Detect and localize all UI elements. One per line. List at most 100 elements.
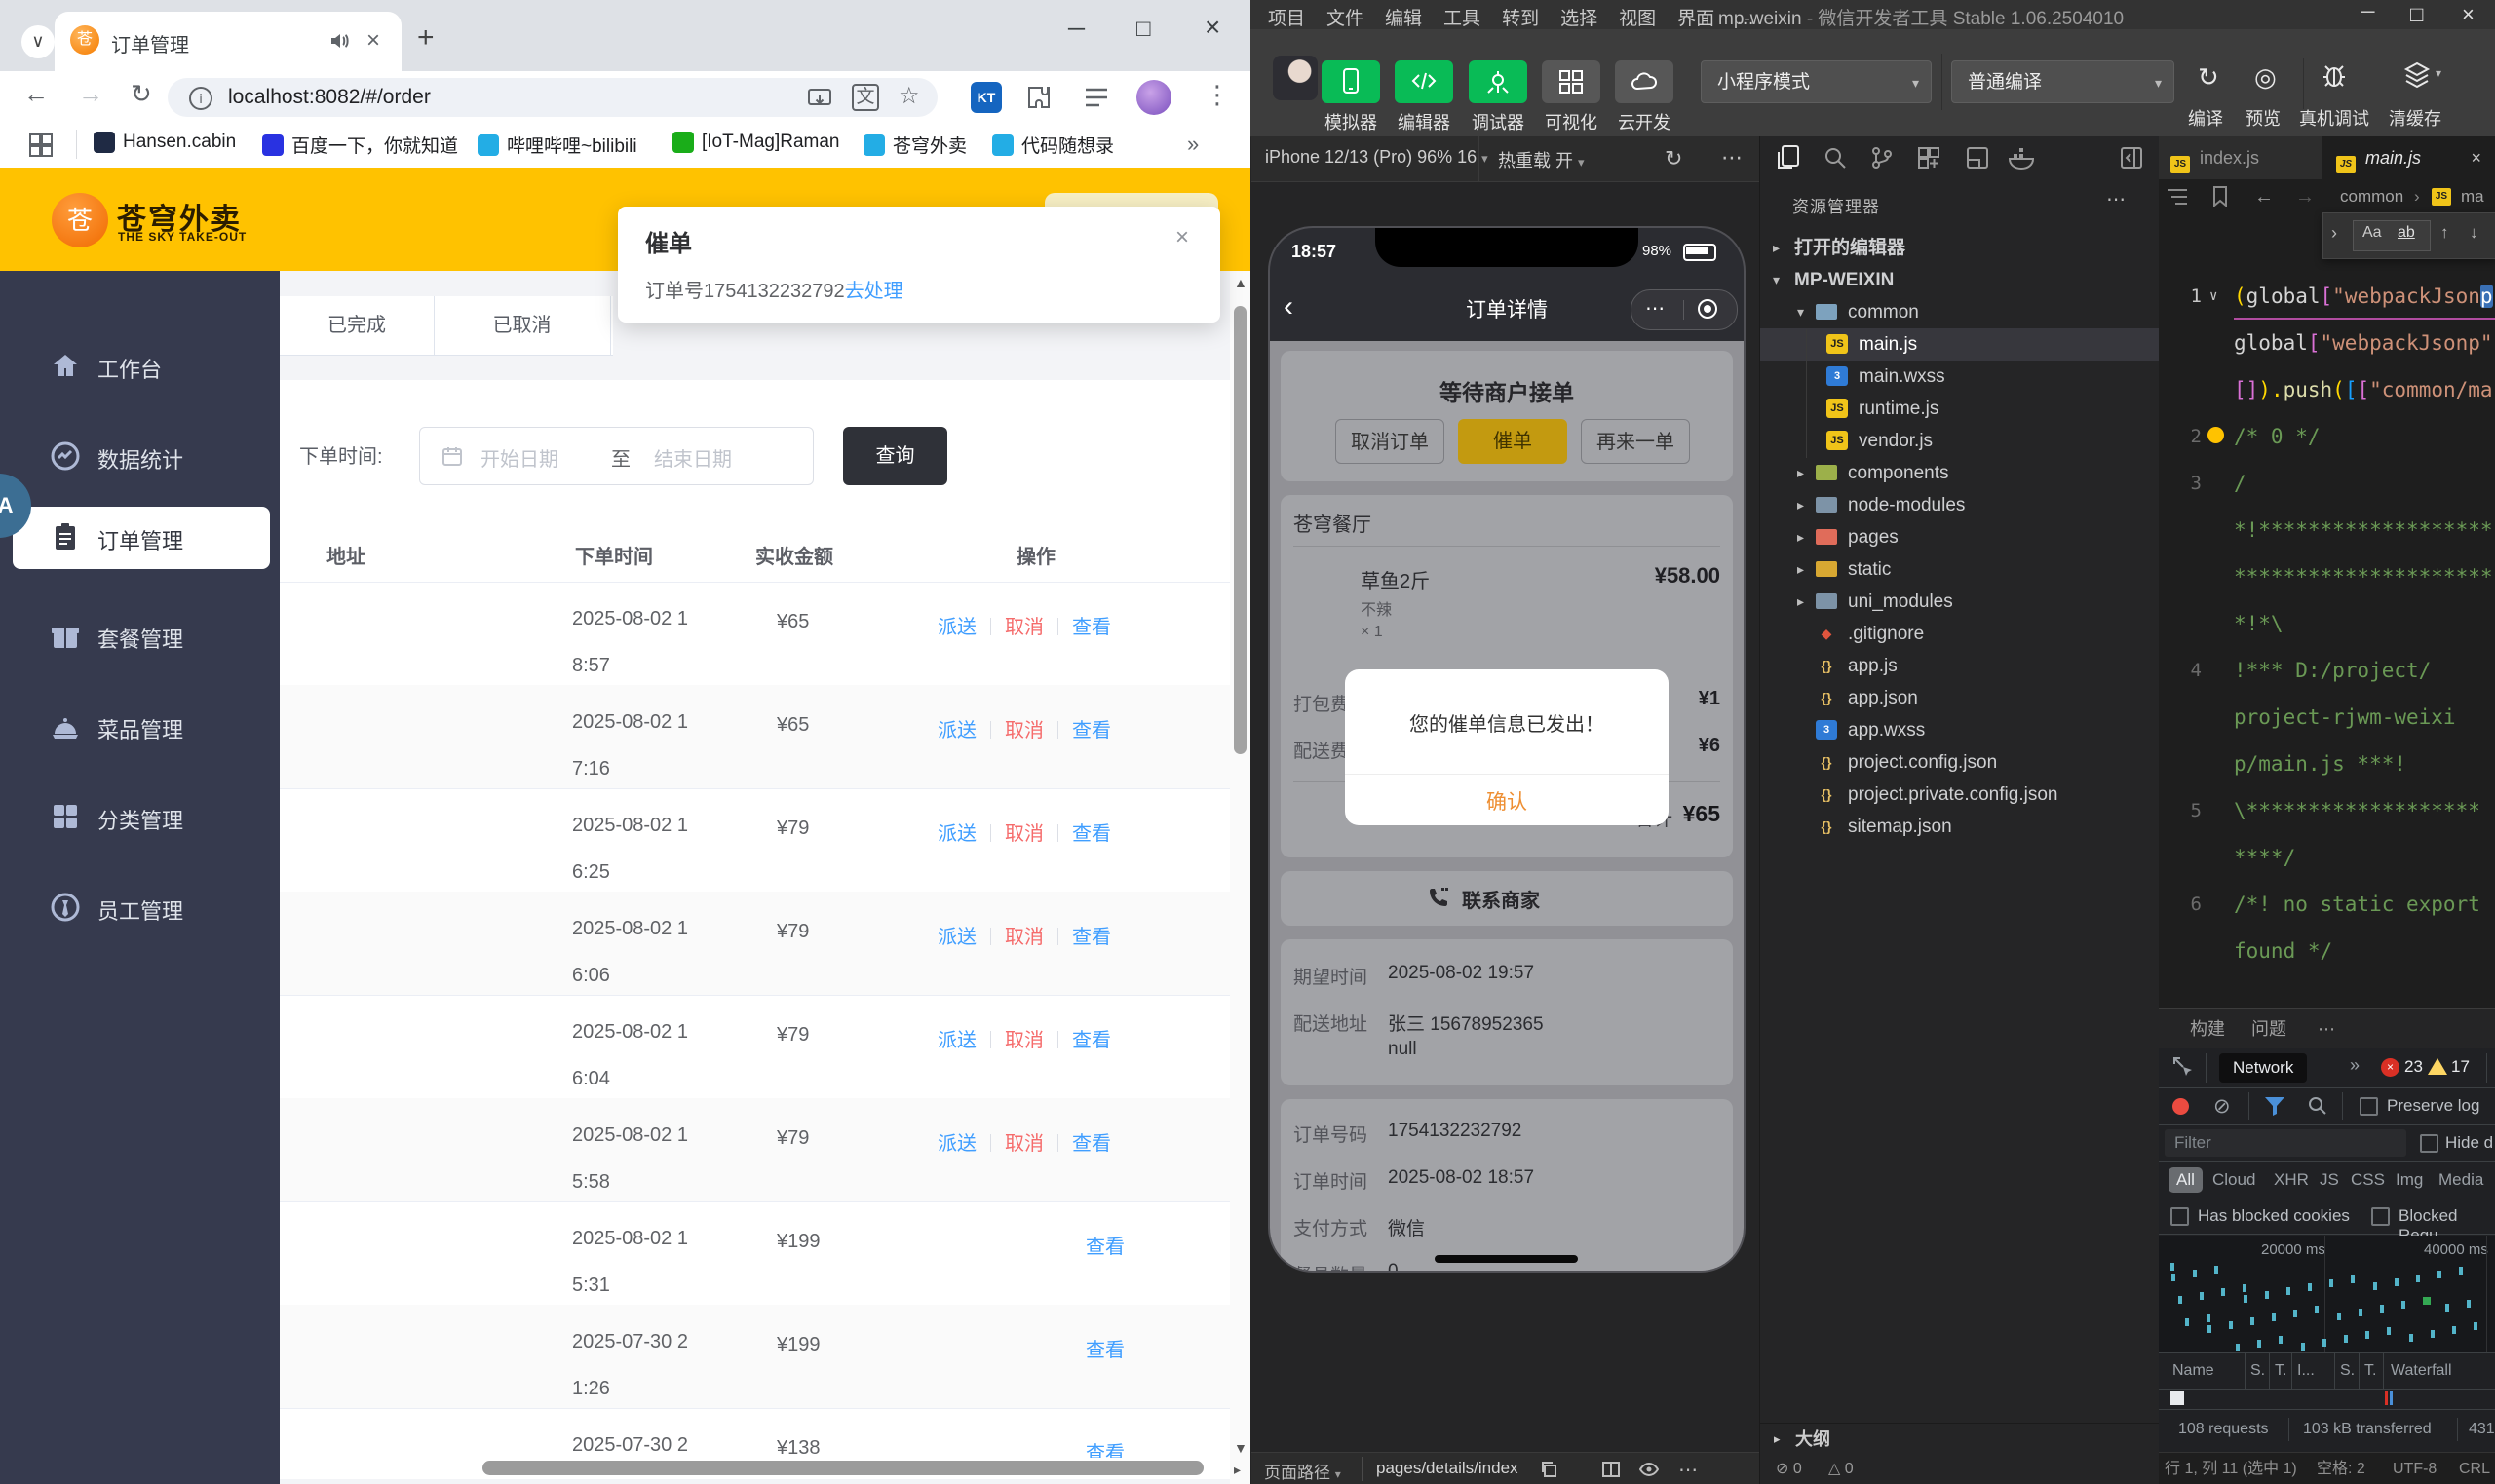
browser-tab[interactable]: 苍 订单管理 × <box>55 12 402 71</box>
tree-item-static[interactable]: ▸static <box>1760 553 2160 586</box>
sidebar-item-工作台[interactable]: 工作台 <box>0 335 280 398</box>
net-col-T.[interactable]: T. <box>2275 1352 2286 1389</box>
urge-order-button[interactable]: 催单 <box>1458 419 1567 464</box>
site-info-icon[interactable]: i <box>189 87 212 110</box>
toolbar-编辑器[interactable]: 编辑器 <box>1395 60 1453 134</box>
tab-close-icon[interactable]: × <box>366 27 380 55</box>
deliver-link[interactable]: 派送 <box>938 1030 977 1051</box>
collapse-sidebar-icon[interactable] <box>2119 144 2144 171</box>
find-expand-icon[interactable]: › <box>2331 223 2337 244</box>
net-col-T.[interactable]: T. <box>2364 1352 2376 1389</box>
sidebar-item-员工管理[interactable]: 员工管理 <box>0 877 280 939</box>
toolbar-可视化[interactable]: 可视化 <box>1542 60 1600 134</box>
tree-item-app.json[interactable]: {}app.json <box>1760 682 2160 714</box>
compile-mode-dropdown[interactable]: 普通编译▾ <box>1951 60 2174 103</box>
tree-item-MP-WEIXIN[interactable]: ▾MP-WEIXIN <box>1760 264 2160 296</box>
cancel-link[interactable]: 取消 <box>1005 1030 1044 1051</box>
cursor-position[interactable]: 行 1, 列 11 (选中 1) <box>2165 1453 2297 1484</box>
layout-icon[interactable] <box>1965 144 1990 171</box>
browser-profile-avatar[interactable] <box>1136 80 1171 115</box>
menu-项目[interactable]: 项目 <box>1268 9 1305 29</box>
cancel-order-button[interactable]: 取消订单 <box>1335 419 1444 464</box>
net-col-Waterfall[interactable]: Waterfall <box>2391 1352 2452 1389</box>
tab-completed[interactable]: 已完成 <box>280 296 435 355</box>
vertical-scrollbar[interactable]: ▲ ▼ <box>1230 271 1250 1484</box>
cancel-link[interactable]: 取消 <box>1005 823 1044 845</box>
network-tab[interactable]: Network <box>2219 1053 2307 1083</box>
filter-chip-XHR[interactable]: XHR <box>2274 1167 2309 1193</box>
network-filter-input[interactable]: Filter <box>2165 1129 2406 1157</box>
search-button[interactable]: 查询 <box>843 427 947 485</box>
view-link[interactable]: 查看 <box>1072 617 1111 638</box>
modal-confirm-button[interactable]: 确认 <box>1345 786 1669 816</box>
net-search-icon[interactable] <box>2307 1095 2327 1116</box>
apps-grid-icon[interactable] <box>29 133 51 155</box>
find-prev-icon[interactable]: ↑ <box>2440 223 2449 243</box>
preview-icon[interactable]: ◎ <box>2254 62 2277 93</box>
device-debug-icon[interactable] <box>2321 62 2348 88</box>
breadcrumb-folder[interactable]: common <box>2340 179 2403 214</box>
clear-cache-icon[interactable] <box>2402 60 2432 90</box>
lightbulb-icon[interactable] <box>2207 427 2224 443</box>
filter-chip-CSS[interactable]: CSS <box>2351 1167 2385 1193</box>
start-date-placeholder[interactable]: 开始日期 <box>480 443 558 472</box>
tree-item-app.wxss[interactable]: 3app.wxss <box>1760 714 2160 746</box>
nav-back-icon[interactable]: ← <box>2254 179 2274 214</box>
tree-item-project.private.config.json[interactable]: {}project.private.config.json <box>1760 779 2160 811</box>
blocked-cookies-checkbox[interactable] <box>2170 1207 2189 1229</box>
menu-选择[interactable]: 选择 <box>1560 9 1597 29</box>
translate-icon[interactable]: 文 <box>852 84 879 111</box>
eye-icon[interactable] <box>1639 1461 1659 1478</box>
puzzle-extensions-icon[interactable] <box>1025 84 1053 111</box>
sidebar-item-数据统计[interactable]: 数据统计 <box>0 426 280 488</box>
window-maximize-button[interactable]: □ <box>1136 16 1151 43</box>
toolbar-调试器[interactable]: 调试器 <box>1469 60 1527 134</box>
phone-simulator[interactable]: 18:57 98% ‹ 订单详情 ⋯ 等待商户接单 取消订单 <box>1268 226 1746 1273</box>
hide-data-checkbox[interactable] <box>2420 1134 2438 1156</box>
filter-chip-Cloud[interactable]: Cloud <box>2212 1167 2255 1193</box>
scroll-right-icon[interactable]: ▸ <box>1234 1462 1241 1478</box>
devtools-minimize-button[interactable]: ─ <box>2361 2 2374 23</box>
docker-icon[interactable] <box>2008 144 2037 171</box>
sidebar-item-菜品管理[interactable]: 菜品管理 <box>0 696 280 758</box>
popup-handle-link[interactable]: 去处理 <box>845 281 903 302</box>
tree-item-common[interactable]: ▾common <box>1760 296 2160 328</box>
tree-item-打开的编辑器[interactable]: ▸打开的编辑器 <box>1760 232 2160 264</box>
scroll-down-icon[interactable]: ▼ <box>1234 1440 1248 1456</box>
bookmark-item[interactable]: [IoT-Mag]Raman <box>672 132 840 153</box>
cancel-link[interactable]: 取消 <box>1005 927 1044 948</box>
network-request-row[interactable] <box>2159 1389 2495 1407</box>
reading-list-icon[interactable] <box>1084 86 1109 109</box>
view-link[interactable]: 查看 <box>1072 1030 1111 1051</box>
tree-item-main.js[interactable]: JSmain.js <box>1760 328 2160 361</box>
code-content[interactable]: 1∨(global["webpackJsonpglobal["webpackJs… <box>2159 273 2495 1008</box>
deliver-link[interactable]: 派送 <box>938 1133 977 1155</box>
tree-item-node-modules[interactable]: ▸node-modules <box>1760 489 2160 521</box>
view-link[interactable]: 查看 <box>1072 823 1111 845</box>
bookmark-item[interactable]: 哔哩哔哩~bilibili <box>478 132 637 158</box>
horizontal-scroll-thumb[interactable] <box>482 1461 1204 1475</box>
cast-icon[interactable] <box>807 86 832 111</box>
deliver-link[interactable]: 派送 <box>938 617 977 638</box>
reorder-button[interactable]: 再来一单 <box>1581 419 1690 464</box>
tree-item-.gitignore[interactable]: ◆.gitignore <box>1760 618 2160 650</box>
extensions-icon[interactable] <box>1916 144 1941 171</box>
devtools-close-button[interactable]: × <box>2462 2 2475 27</box>
window-minimize-button[interactable]: ─ <box>1068 16 1085 43</box>
view-link[interactable]: 查看 <box>1072 1133 1111 1155</box>
deliver-link[interactable]: 派送 <box>938 720 977 742</box>
deliver-link[interactable]: 派送 <box>938 823 977 845</box>
net-col-Name[interactable]: Name <box>2172 1352 2214 1389</box>
view-link[interactable]: 查看 <box>1086 1340 1125 1361</box>
blocked-requests-checkbox[interactable] <box>2371 1207 2390 1229</box>
record-icon[interactable] <box>2172 1098 2189 1115</box>
tab-cancelled[interactable]: 已取消 <box>434 296 611 355</box>
menu-工具[interactable]: 工具 <box>1443 9 1480 29</box>
fold-icon[interactable]: ∨ <box>2209 273 2217 320</box>
tree-item-runtime.js[interactable]: JSruntime.js <box>1760 393 2160 425</box>
menu-界面[interactable]: 界面 <box>1677 9 1714 29</box>
net-col-S.[interactable]: S. <box>2250 1352 2265 1389</box>
tree-item-sitemap.json[interactable]: {}sitemap.json <box>1760 811 2160 843</box>
tree-item-pages[interactable]: ▸pages <box>1760 521 2160 553</box>
forward-icon[interactable]: → <box>78 79 103 109</box>
